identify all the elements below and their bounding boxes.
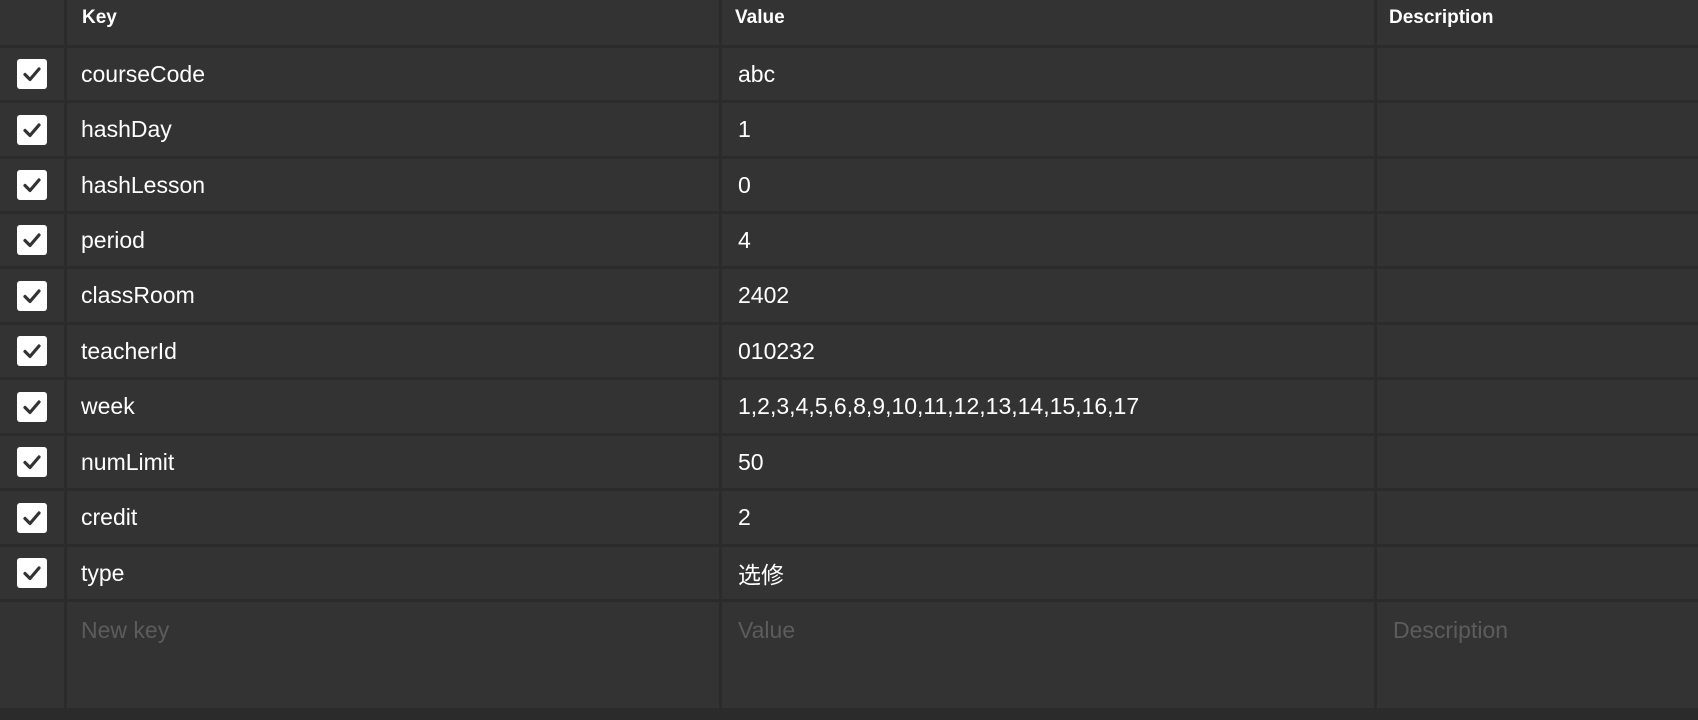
row-checkbox-cell: [0, 159, 64, 211]
value-cell[interactable]: 选修: [722, 547, 1374, 599]
check-icon: [23, 566, 41, 581]
key-cell[interactable]: period: [67, 214, 719, 266]
check-icon: [23, 288, 41, 303]
table-row: classRoom 2402: [0, 269, 1698, 322]
params-table: Key Value Description courseCode abc has…: [0, 0, 1698, 720]
table-row: type 选修: [0, 547, 1698, 599]
table-row: week 1,2,3,4,5,6,8,9,10,11,12,13,14,15,1…: [0, 380, 1698, 433]
row-checkbox-cell: [0, 325, 64, 377]
check-icon: [23, 122, 41, 137]
row-checkbox[interactable]: [17, 447, 47, 477]
new-key-placeholder: New key: [81, 617, 170, 643]
row-checkbox[interactable]: [17, 170, 47, 200]
row-checkbox-cell: [0, 380, 64, 433]
row-checkbox[interactable]: [17, 225, 47, 255]
key-cell[interactable]: week: [67, 380, 719, 433]
value-cell[interactable]: 4: [722, 214, 1374, 266]
table-row: teacherId 010232: [0, 325, 1698, 377]
value-cell[interactable]: 0: [722, 159, 1374, 211]
row-checkbox[interactable]: [17, 391, 47, 422]
new-description-input[interactable]: Description: [1377, 602, 1698, 708]
new-row: New key Value Description: [0, 602, 1698, 708]
row-checkbox[interactable]: [17, 336, 47, 366]
check-icon: [23, 178, 41, 193]
row-checkbox[interactable]: [17, 114, 47, 145]
description-cell[interactable]: [1377, 380, 1698, 433]
value-cell[interactable]: 1,2,3,4,5,6,8,9,10,11,12,13,14,15,16,17: [722, 380, 1374, 433]
key-cell[interactable]: teacherId: [67, 325, 719, 377]
description-cell[interactable]: [1377, 103, 1698, 156]
value-cell[interactable]: 2402: [722, 269, 1374, 322]
description-cell[interactable]: [1377, 325, 1698, 377]
row-checkbox-cell: [0, 103, 64, 156]
table-row: numLimit 50: [0, 436, 1698, 488]
row-checkbox-cell: [0, 436, 64, 488]
table-row: courseCode abc: [0, 48, 1698, 100]
check-icon: [23, 510, 41, 525]
description-cell[interactable]: [1377, 491, 1698, 544]
row-checkbox-cell: [0, 214, 64, 266]
description-cell[interactable]: [1377, 269, 1698, 322]
value-cell[interactable]: abc: [722, 48, 1374, 100]
new-key-input[interactable]: New key: [67, 602, 719, 708]
row-checkbox-cell: [0, 491, 64, 544]
new-row-checkbox-cell: [0, 602, 64, 708]
header-description: Description: [1377, 0, 1698, 45]
row-checkbox-cell: [0, 547, 64, 599]
check-icon: [23, 344, 41, 359]
table-row: hashDay 1: [0, 103, 1698, 156]
row-checkbox[interactable]: [17, 502, 47, 533]
description-cell[interactable]: [1377, 214, 1698, 266]
value-cell[interactable]: 1: [722, 103, 1374, 156]
description-cell[interactable]: [1377, 159, 1698, 211]
key-cell[interactable]: hashDay: [67, 103, 719, 156]
key-cell[interactable]: courseCode: [67, 48, 719, 100]
value-cell[interactable]: 50: [722, 436, 1374, 488]
check-icon: [23, 399, 41, 414]
key-cell[interactable]: numLimit: [67, 436, 719, 488]
new-value-placeholder: Value: [738, 617, 796, 643]
value-cell[interactable]: 010232: [722, 325, 1374, 377]
row-checkbox[interactable]: [17, 280, 47, 311]
table-header: Key Value Description: [0, 0, 1698, 45]
value-cell[interactable]: 2: [722, 491, 1374, 544]
row-checkbox[interactable]: [17, 59, 47, 89]
row-checkbox[interactable]: [17, 558, 47, 588]
header-check-column: [0, 0, 64, 45]
header-value: Value: [722, 0, 1374, 45]
check-icon: [23, 233, 41, 248]
table-row: hashLesson 0: [0, 159, 1698, 211]
table-row: credit 2: [0, 491, 1698, 544]
key-cell[interactable]: hashLesson: [67, 159, 719, 211]
key-cell[interactable]: credit: [67, 491, 719, 544]
description-cell[interactable]: [1377, 547, 1698, 599]
table-row: period 4: [0, 214, 1698, 266]
description-cell[interactable]: [1377, 48, 1698, 100]
header-key: Key: [67, 0, 719, 45]
row-checkbox-cell: [0, 269, 64, 322]
key-cell[interactable]: type: [67, 547, 719, 599]
description-cell[interactable]: [1377, 436, 1698, 488]
check-icon: [23, 455, 41, 470]
new-description-placeholder: Description: [1393, 617, 1509, 643]
key-cell[interactable]: classRoom: [67, 269, 719, 322]
new-value-input[interactable]: Value: [722, 602, 1374, 708]
row-checkbox-cell: [0, 48, 64, 100]
check-icon: [23, 67, 41, 82]
